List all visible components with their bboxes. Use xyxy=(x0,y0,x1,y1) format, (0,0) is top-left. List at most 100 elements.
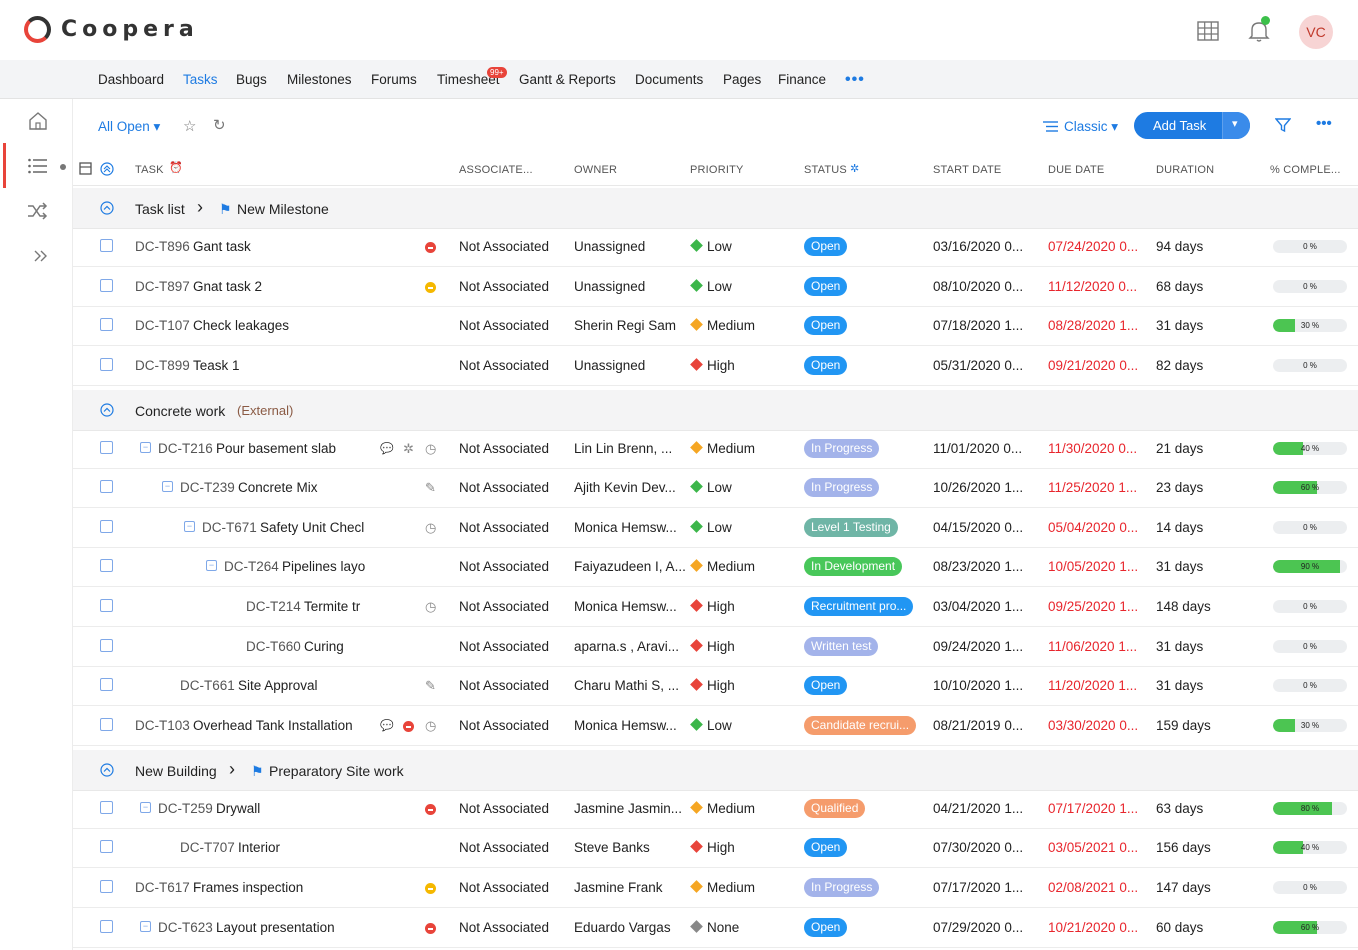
row-checkbox[interactable] xyxy=(100,358,113,371)
task-name[interactable]: Gant task xyxy=(193,239,251,254)
row-checkbox[interactable] xyxy=(100,678,113,691)
start-date[interactable]: 08/23/2020 1... xyxy=(933,559,1023,574)
status-badge[interactable]: Open xyxy=(804,237,848,256)
task-code[interactable]: DC-T103 xyxy=(135,718,190,733)
table-row[interactable]: DC-T661 Site Approval ✎ Not Associated Charu… xyxy=(73,666,1358,706)
due-date[interactable]: 07/24/2020 0... xyxy=(1048,239,1138,254)
collapse-all-icon[interactable] xyxy=(100,162,114,176)
nav-finance[interactable]: Finance xyxy=(778,72,826,87)
due-date[interactable]: 09/21/2020 0... xyxy=(1048,358,1138,373)
double-chevron-icon[interactable] xyxy=(33,249,49,263)
task-name[interactable]: Interior xyxy=(238,840,280,855)
table-row[interactable]: DC-T617 Frames inspection Not Associated Ja… xyxy=(73,868,1358,908)
row-checkbox[interactable] xyxy=(100,441,113,454)
owner-value[interactable]: Charu Mathi S, ... xyxy=(574,678,679,693)
due-date[interactable]: 09/25/2020 1... xyxy=(1048,599,1138,614)
table-settings-icon[interactable] xyxy=(79,162,93,176)
grid-icon[interactable] xyxy=(1195,18,1221,44)
col-associated[interactable]: ASSOCIATE... xyxy=(459,164,533,176)
task-name[interactable]: Overhead Tank Installation xyxy=(193,718,353,733)
group-name[interactable]: Task list xyxy=(135,201,185,217)
col-status[interactable]: STATUS xyxy=(804,164,847,176)
start-date[interactable]: 10/10/2020 1... xyxy=(933,678,1023,693)
priority-value[interactable]: High xyxy=(707,678,735,693)
status-badge[interactable]: Open xyxy=(804,277,848,296)
col-due-date[interactable]: DUE DATE xyxy=(1048,164,1104,176)
task-code[interactable]: DC-T899 xyxy=(135,358,190,373)
owner-value[interactable]: Unassigned xyxy=(574,239,645,254)
task-code[interactable]: DC-T660 xyxy=(246,639,301,654)
on-hold-icon[interactable] xyxy=(425,282,436,293)
row-checkbox[interactable] xyxy=(100,318,113,331)
table-row[interactable]: DC-T107 Check leakages Not Associated Sheri… xyxy=(73,306,1358,346)
owner-value[interactable]: Monica Hemsw... xyxy=(574,520,677,535)
status-badge[interactable]: Open xyxy=(804,676,848,695)
due-date[interactable]: 05/04/2020 0... xyxy=(1048,520,1138,535)
status-badge[interactable]: Open xyxy=(804,918,848,937)
status-badge[interactable]: Written test xyxy=(804,637,879,656)
table-row[interactable]: − DC-T239 Concrete Mix ✎ Not Associated Ajith… xyxy=(73,468,1358,508)
task-name[interactable]: Termite tr xyxy=(304,599,360,614)
nav-gantt-reports[interactable]: Gantt & Reports xyxy=(519,72,616,87)
task-code[interactable]: DC-T259 xyxy=(158,801,213,816)
on-hold-icon[interactable] xyxy=(425,883,436,894)
timer-icon[interactable]: ◷ xyxy=(425,718,436,734)
timer-icon[interactable]: ◷ xyxy=(425,520,436,536)
expand-subtasks-icon[interactable]: − xyxy=(184,521,195,532)
start-date[interactable]: 07/17/2020 1... xyxy=(933,880,1023,895)
list-icon[interactable] xyxy=(27,156,49,176)
expand-subtasks-icon[interactable]: − xyxy=(206,560,217,571)
start-date[interactable]: 03/04/2020 1... xyxy=(933,599,1023,614)
task-code[interactable]: DC-T214 xyxy=(246,599,301,614)
row-checkbox[interactable] xyxy=(100,279,113,292)
due-date[interactable]: 11/06/2020 1... xyxy=(1048,639,1137,654)
due-date[interactable]: 03/30/2020 0... xyxy=(1048,718,1138,733)
add-task-dropdown[interactable]: ▾ xyxy=(1222,112,1250,139)
status-settings-icon[interactable]: ✲ xyxy=(850,162,859,175)
priority-value[interactable]: High xyxy=(707,639,735,654)
priority-value[interactable]: Medium xyxy=(707,441,755,456)
blocked-icon[interactable] xyxy=(403,721,414,732)
task-name[interactable]: Pour basement slab xyxy=(216,441,336,456)
due-date[interactable]: 08/28/2020 1... xyxy=(1048,318,1138,333)
row-checkbox[interactable] xyxy=(100,520,113,533)
row-checkbox[interactable] xyxy=(100,840,113,853)
start-date[interactable]: 11/01/2020 0... xyxy=(933,441,1022,456)
add-task-button[interactable]: Add Task ▾ xyxy=(1134,112,1250,139)
nav-more-button[interactable]: ••• xyxy=(845,71,865,89)
row-checkbox[interactable] xyxy=(100,920,113,933)
status-badge[interactable]: In Progress xyxy=(804,439,880,458)
blocked-icon[interactable] xyxy=(425,923,436,934)
status-badge[interactable]: Level 1 Testing xyxy=(804,518,898,537)
due-date[interactable]: 11/30/2020 0... xyxy=(1048,441,1137,456)
task-code[interactable]: DC-T264 xyxy=(224,559,279,574)
owner-value[interactable]: Lin Lin Brenn, ... xyxy=(574,441,672,456)
task-name[interactable]: Site Approval xyxy=(238,678,318,693)
timer-icon[interactable]: ◷ xyxy=(425,441,436,457)
status-badge[interactable]: In Development xyxy=(804,557,903,576)
owner-value[interactable]: Unassigned xyxy=(574,279,645,294)
task-name[interactable]: Safety Unit Checl xyxy=(260,520,364,535)
priority-value[interactable]: Low xyxy=(707,480,732,495)
task-code[interactable]: DC-T897 xyxy=(135,279,190,294)
group-name[interactable]: Concrete work xyxy=(135,403,225,419)
start-date[interactable]: 07/18/2020 1... xyxy=(933,318,1023,333)
status-badge[interactable]: Open xyxy=(804,316,848,335)
row-checkbox[interactable] xyxy=(100,599,113,612)
due-date[interactable]: 11/25/2020 1... xyxy=(1048,480,1137,495)
col-priority[interactable]: PRIORITY xyxy=(690,164,744,176)
table-row[interactable]: DC-T103 Overhead Tank Installation 💬 ◷ Not A… xyxy=(73,706,1358,746)
task-name[interactable]: Concrete Mix xyxy=(238,480,318,495)
collapse-group-icon[interactable] xyxy=(100,403,114,422)
priority-value[interactable]: Low xyxy=(707,718,732,733)
row-checkbox[interactable] xyxy=(100,559,113,572)
row-checkbox[interactable] xyxy=(100,801,113,814)
col-start-date[interactable]: START DATE xyxy=(933,164,1001,176)
table-row[interactable]: DC-T660 Curing Not Associated aparna.s , Ar… xyxy=(73,627,1358,667)
nav-tasks[interactable]: Tasks xyxy=(183,72,218,87)
collapse-group-icon[interactable] xyxy=(100,201,114,220)
priority-value[interactable]: None xyxy=(707,920,739,935)
more-options-icon[interactable]: ••• xyxy=(1316,115,1332,132)
owner-value[interactable]: Monica Hemsw... xyxy=(574,718,677,733)
group-name[interactable]: New Building xyxy=(135,763,217,779)
